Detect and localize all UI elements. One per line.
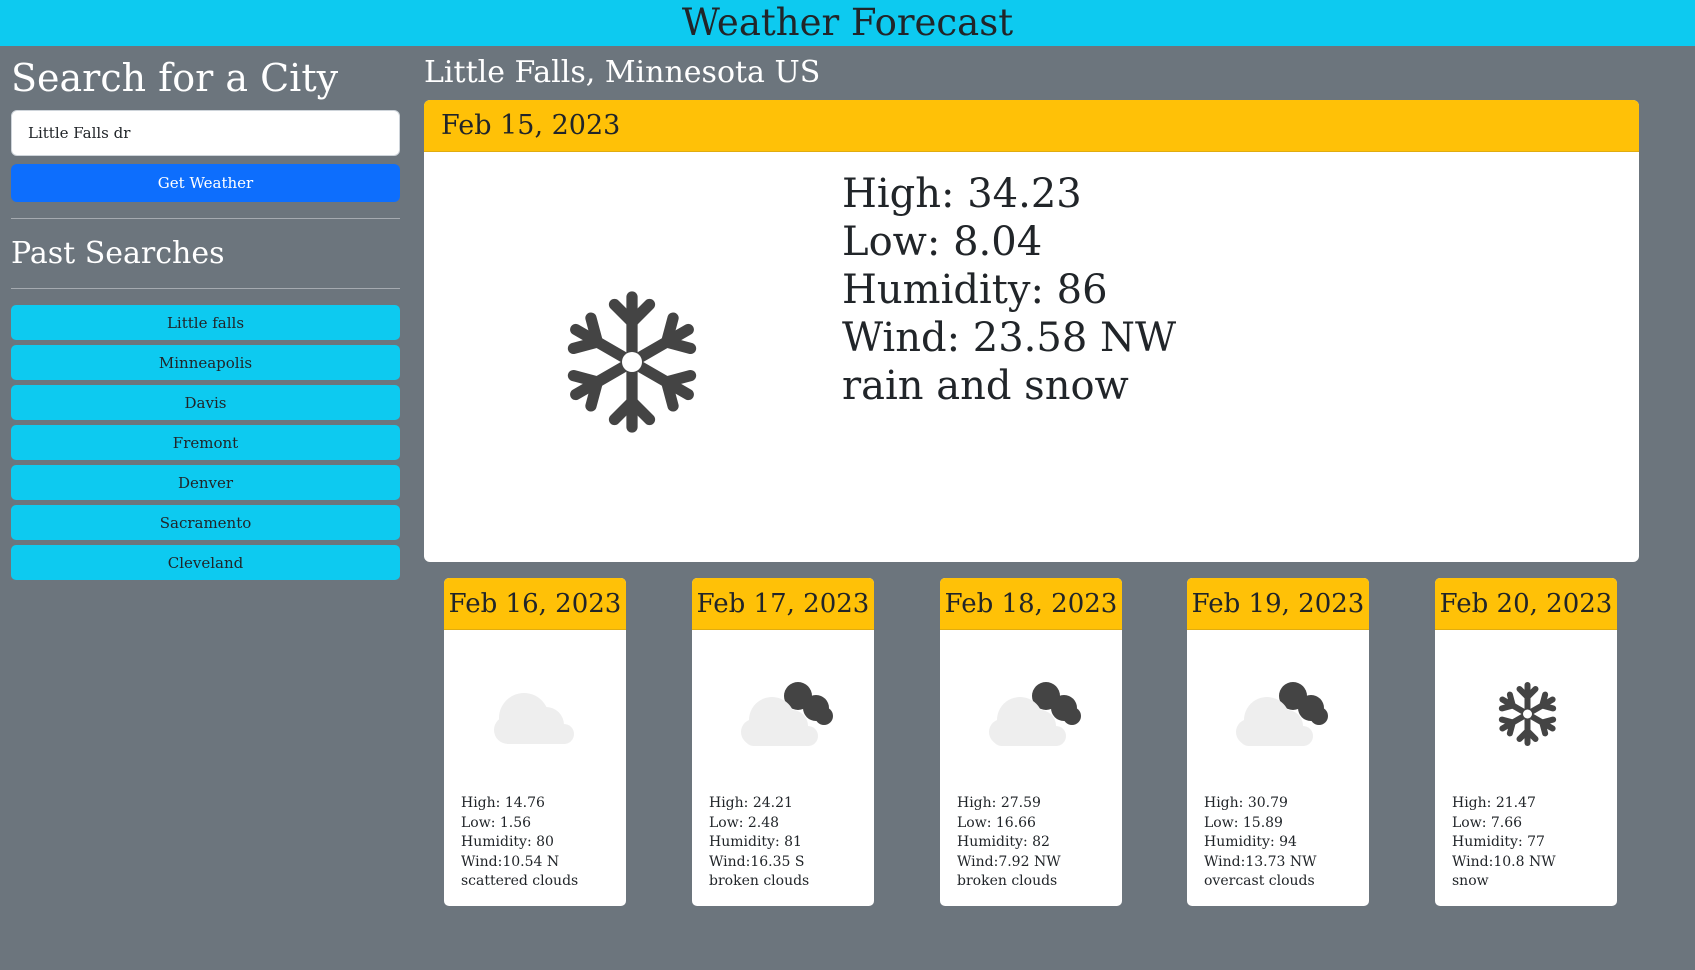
past-search-button[interactable]: Sacramento xyxy=(11,505,400,540)
snowflake-icon xyxy=(557,282,707,442)
forecast-humidity: Humidity: 82 xyxy=(957,834,1050,850)
forecast-low: Low: 1.56 xyxy=(461,814,532,831)
forecast-high: High: 27.59 xyxy=(957,795,1041,811)
search-title: Search for a City xyxy=(11,56,339,100)
five-day-forecast: Feb 16, 2023 High: 14.76 Low: 1.56 Humid… xyxy=(444,578,1619,908)
forecast-wind: Wind:10.8 NW xyxy=(1452,853,1556,870)
forecast-humidity: Humidity: 81 xyxy=(709,834,802,850)
broken-clouds-icon xyxy=(1227,678,1332,750)
forecast-stats: High: 14.76 Low: 1.56 Humidity: 80 Wind:… xyxy=(461,794,578,892)
current-high: High: 34.23 xyxy=(842,171,1082,217)
forecast-low: Low: 2.48 xyxy=(709,814,780,831)
forecast-high: High: 24.21 xyxy=(709,795,793,811)
current-low: Low: 8.04 xyxy=(842,219,1043,265)
forecast-card: Feb 19, 2023 High: 30.79 Low: 15.89 Humi… xyxy=(1187,578,1369,906)
city-search-input[interactable] xyxy=(11,110,400,156)
forecast-date: Feb 18, 2023 xyxy=(940,578,1122,630)
past-search-button[interactable]: Cleveland xyxy=(11,545,400,580)
forecast-wind: Wind:7.92 NW xyxy=(957,853,1061,870)
forecast-stats: High: 27.59 Low: 16.66 Humidity: 82 Wind… xyxy=(957,794,1061,892)
forecast-card: Feb 20, 2023 High: 21.47 Low: 7.66 Humid… xyxy=(1435,578,1617,906)
forecast-description: scattered clouds xyxy=(461,873,579,889)
forecast-card: Feb 18, 2023 High: 27.59 Low: 16.66 Humi… xyxy=(940,578,1122,906)
forecast-low: Low: 16.66 xyxy=(957,814,1036,831)
broken-clouds-icon xyxy=(732,678,837,750)
forecast-humidity: Humidity: 94 xyxy=(1204,834,1297,850)
current-wind: Wind: 23.58 NW xyxy=(842,315,1177,361)
forecast-date: Feb 20, 2023 xyxy=(1435,578,1617,630)
city-name: Little Falls, Minnesota US xyxy=(424,55,821,90)
forecast-wind: Wind:10.54 N xyxy=(461,853,560,870)
past-search-button[interactable]: Minneapolis xyxy=(11,345,400,380)
get-weather-button[interactable]: Get Weather xyxy=(11,164,400,202)
forecast-wind: Wind:16.35 S xyxy=(709,853,805,870)
forecast-card: Feb 17, 2023 High: 24.21 Low: 2.48 Humid… xyxy=(692,578,874,906)
divider xyxy=(11,288,400,289)
forecast-date: Feb 19, 2023 xyxy=(1187,578,1369,630)
broken-clouds-icon xyxy=(980,678,1085,750)
forecast-description: broken clouds xyxy=(709,873,810,889)
forecast-stats: High: 30.79 Low: 15.89 Humidity: 94 Wind… xyxy=(1204,794,1317,892)
forecast-date: Feb 16, 2023 xyxy=(444,578,626,630)
search-sidebar: Search for a City Get Weather Past Searc… xyxy=(11,46,400,585)
past-searches-list: Little falls Minneapolis Davis Fremont D… xyxy=(11,305,400,580)
past-search-button[interactable]: Fremont xyxy=(11,425,400,460)
forecast-description: snow xyxy=(1452,873,1489,889)
forecast-wind: Wind:13.73 NW xyxy=(1204,853,1317,870)
divider xyxy=(11,218,400,219)
forecast-high: High: 14.76 xyxy=(461,795,545,811)
page-header: Weather Forecast xyxy=(0,0,1695,46)
forecast-date: Feb 17, 2023 xyxy=(692,578,874,630)
forecast-description: broken clouds xyxy=(957,873,1058,889)
snowflake-icon xyxy=(1475,678,1580,750)
forecast-description: overcast clouds xyxy=(1204,873,1315,889)
current-weather-card: Feb 15, 2023 High: 34.23 Low: 8.04 Humid… xyxy=(424,100,1639,562)
page-title: Weather Forecast xyxy=(681,1,1014,44)
forecast-humidity: Humidity: 80 xyxy=(461,834,554,850)
forecast-low: Low: 15.89 xyxy=(1204,814,1283,831)
weather-main: Little Falls, Minnesota US Feb 15, 2023 … xyxy=(424,46,1639,562)
forecast-high: High: 21.47 xyxy=(1452,795,1536,811)
forecast-humidity: Humidity: 77 xyxy=(1452,834,1545,850)
past-search-button[interactable]: Davis xyxy=(11,385,400,420)
forecast-stats: High: 24.21 Low: 2.48 Humidity: 81 Wind:… xyxy=(709,794,809,892)
current-date: Feb 15, 2023 xyxy=(424,100,1639,152)
past-searches-title: Past Searches xyxy=(11,236,225,271)
past-search-button[interactable]: Little falls xyxy=(11,305,400,340)
cloud-icon xyxy=(484,678,589,750)
current-description: rain and snow xyxy=(842,363,1129,409)
past-search-button[interactable]: Denver xyxy=(11,465,400,500)
forecast-high: High: 30.79 xyxy=(1204,795,1288,811)
forecast-stats: High: 21.47 Low: 7.66 Humidity: 77 Wind:… xyxy=(1452,794,1556,892)
forecast-card: Feb 16, 2023 High: 14.76 Low: 1.56 Humid… xyxy=(444,578,626,906)
current-humidity: Humidity: 86 xyxy=(842,267,1108,313)
current-stats: High: 34.23 Low: 8.04 Humidity: 86 Wind:… xyxy=(842,170,1176,410)
forecast-low: Low: 7.66 xyxy=(1452,814,1523,831)
